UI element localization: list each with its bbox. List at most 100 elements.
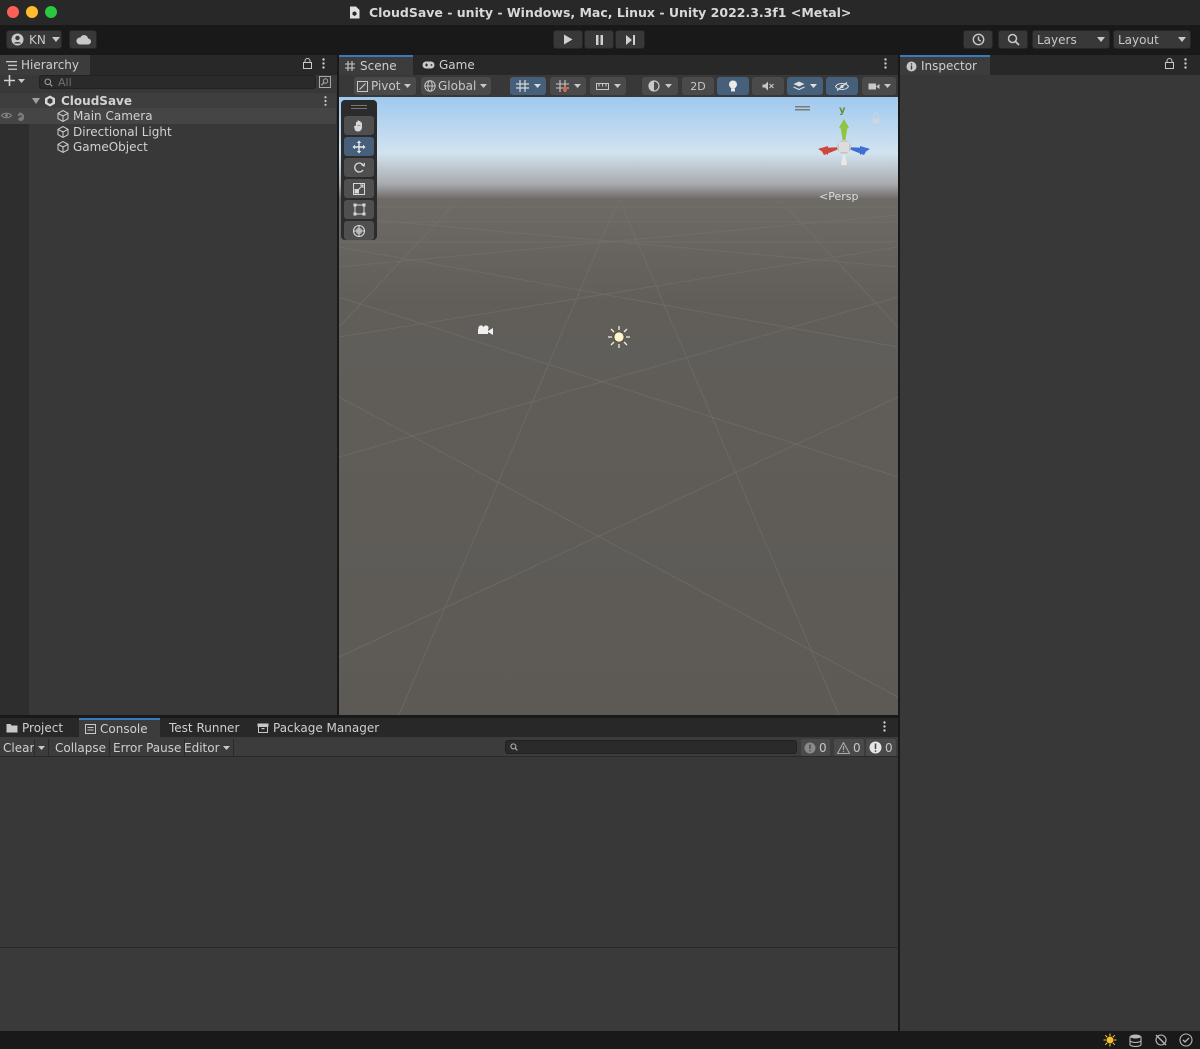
search-icon [44,77,53,87]
projection-label[interactable]: <Persp [819,190,858,203]
inspector-panel: Inspector [900,55,1200,1031]
search-button[interactable] [998,30,1028,49]
bottom-tab-strip: Project Console Test Runner Package Mana… [0,718,898,737]
error-icon [869,741,882,754]
hierarchy-tab-strip: Hierarchy [0,55,337,75]
tab-console-label: Console [100,721,148,736]
hierarchy-item-directional-light[interactable]: Directional Light [0,124,336,140]
main-toolbar: KN Layers Layout [0,25,1200,55]
account-icon [11,33,24,46]
info-count-toggle[interactable]: 0 [801,739,830,756]
tab-test-runner[interactable]: Test Runner [163,718,249,737]
cache-server-icon[interactable] [1129,1034,1142,1047]
tab-project[interactable]: Project [0,718,76,737]
console-icon [85,723,96,734]
pause-button[interactable] [584,30,614,49]
hierarchy-scene-row[interactable]: CloudSave [0,93,336,109]
clear-options-dropdown[interactable] [34,739,49,756]
error-pause-toggle[interactable]: Error Pause [110,739,186,756]
global-label: Global [438,79,477,93]
ruler-icon [595,81,609,91]
lock-icon[interactable] [303,58,312,69]
more-options-icon[interactable] [324,96,327,106]
error-pause-label: Error Pause [113,740,182,755]
more-options-icon[interactable] [884,58,887,69]
hierarchy-item-gameobject[interactable]: GameObject [0,139,336,155]
console-detail-area [0,948,898,1031]
visibility-column [0,93,29,715]
window-title: CloudSave - unity - Windows, Mac, Linux … [368,5,852,20]
hidden-eye-icon [835,81,849,91]
clear-label: Clear [3,740,35,755]
scene-viewport[interactable]: y <Persp [339,97,898,715]
chevron-down-icon [222,745,230,750]
directional-light-gizmo-icon[interactable] [608,326,630,348]
create-object-button[interactable] [4,75,25,86]
play-button[interactable] [553,30,583,49]
rect-tool-button[interactable] [344,200,374,219]
tab-hierarchy[interactable]: Hierarchy [0,55,90,75]
hierarchy-search-input[interactable]: All [39,75,316,89]
step-button[interactable] [615,30,645,49]
warning-count-toggle[interactable]: 0 [834,739,864,756]
scene-effects-dropdown[interactable] [787,77,823,95]
toggle-2d-button[interactable]: 2D [682,77,714,95]
tab-console[interactable]: Console [79,718,160,737]
scene-tab-strip: Scene Game [339,55,898,75]
checkmark-circle-icon[interactable] [1179,1033,1193,1047]
hierarchy-item-label: Directional Light [73,125,172,139]
undo-history-button[interactable] [963,30,993,49]
gizmo-y-axis-label: y [839,105,846,116]
layout-label: Layout [1118,32,1159,47]
cloud-button[interactable] [69,30,97,49]
editor-dropdown[interactable]: Editor [181,739,234,756]
move-tool-button[interactable] [344,137,374,156]
warning-icon [837,741,850,754]
increment-snap-dropdown[interactable] [590,77,626,95]
scene-lighting-toggle[interactable] [717,77,749,95]
view-tool-button[interactable] [344,116,374,135]
rotate-tool-button[interactable] [344,158,374,177]
tab-scene[interactable]: Scene [339,55,413,75]
tab-package-manager[interactable]: Package Manager [251,718,381,737]
grid-visibility-toggle[interactable] [510,77,546,95]
layout-dropdown[interactable]: Layout [1113,30,1191,49]
transform-tool-button[interactable] [344,221,374,240]
hierarchy-item-main-camera[interactable]: Main Camera [0,108,336,124]
more-options-icon[interactable] [322,58,325,69]
clear-button[interactable]: Clear [0,739,37,756]
scene-visibility-toggle[interactable] [826,77,858,95]
collapse-toggle[interactable]: Collapse [52,739,110,756]
camera-icon [868,82,880,91]
error-count-toggle[interactable]: 0 [866,739,896,756]
snapping-toggle[interactable] [550,77,586,95]
console-log-list[interactable] [0,758,898,947]
more-options-icon[interactable] [883,721,886,732]
unity-scene-icon [44,95,56,107]
move-arrows-icon [352,140,366,154]
tab-game[interactable]: Game [416,55,476,75]
visibility-eye-icon[interactable] [1,112,12,119]
scale-tool-button[interactable] [344,179,374,198]
hierarchy-item-label: Main Camera [73,109,153,123]
more-options-icon[interactable] [1184,58,1187,69]
grid-hash-icon [345,61,355,71]
layers-dropdown[interactable]: Layers [1032,30,1110,49]
baking-light-icon[interactable] [1103,1033,1117,1047]
console-search-input[interactable] [505,740,797,754]
tab-inspector[interactable]: Inspector [900,55,990,75]
tab-scene-label: Scene [360,59,397,73]
tab-game-label: Game [439,58,475,72]
network-disabled-icon[interactable] [1154,1033,1168,1047]
foldout-arrow-icon[interactable] [32,98,40,104]
account-dropdown[interactable]: KN [6,30,62,49]
scene-audio-toggle[interactable] [752,77,784,95]
scene-camera-dropdown[interactable] [862,77,896,95]
global-dropdown[interactable]: Global [421,77,491,95]
list-icon [6,60,17,70]
draw-mode-dropdown[interactable] [642,77,678,95]
scene-search-icon[interactable] [319,76,331,88]
pickable-hand-icon[interactable] [16,111,26,121]
pivot-dropdown[interactable]: Pivot [354,77,416,95]
lock-icon[interactable] [1165,58,1174,69]
